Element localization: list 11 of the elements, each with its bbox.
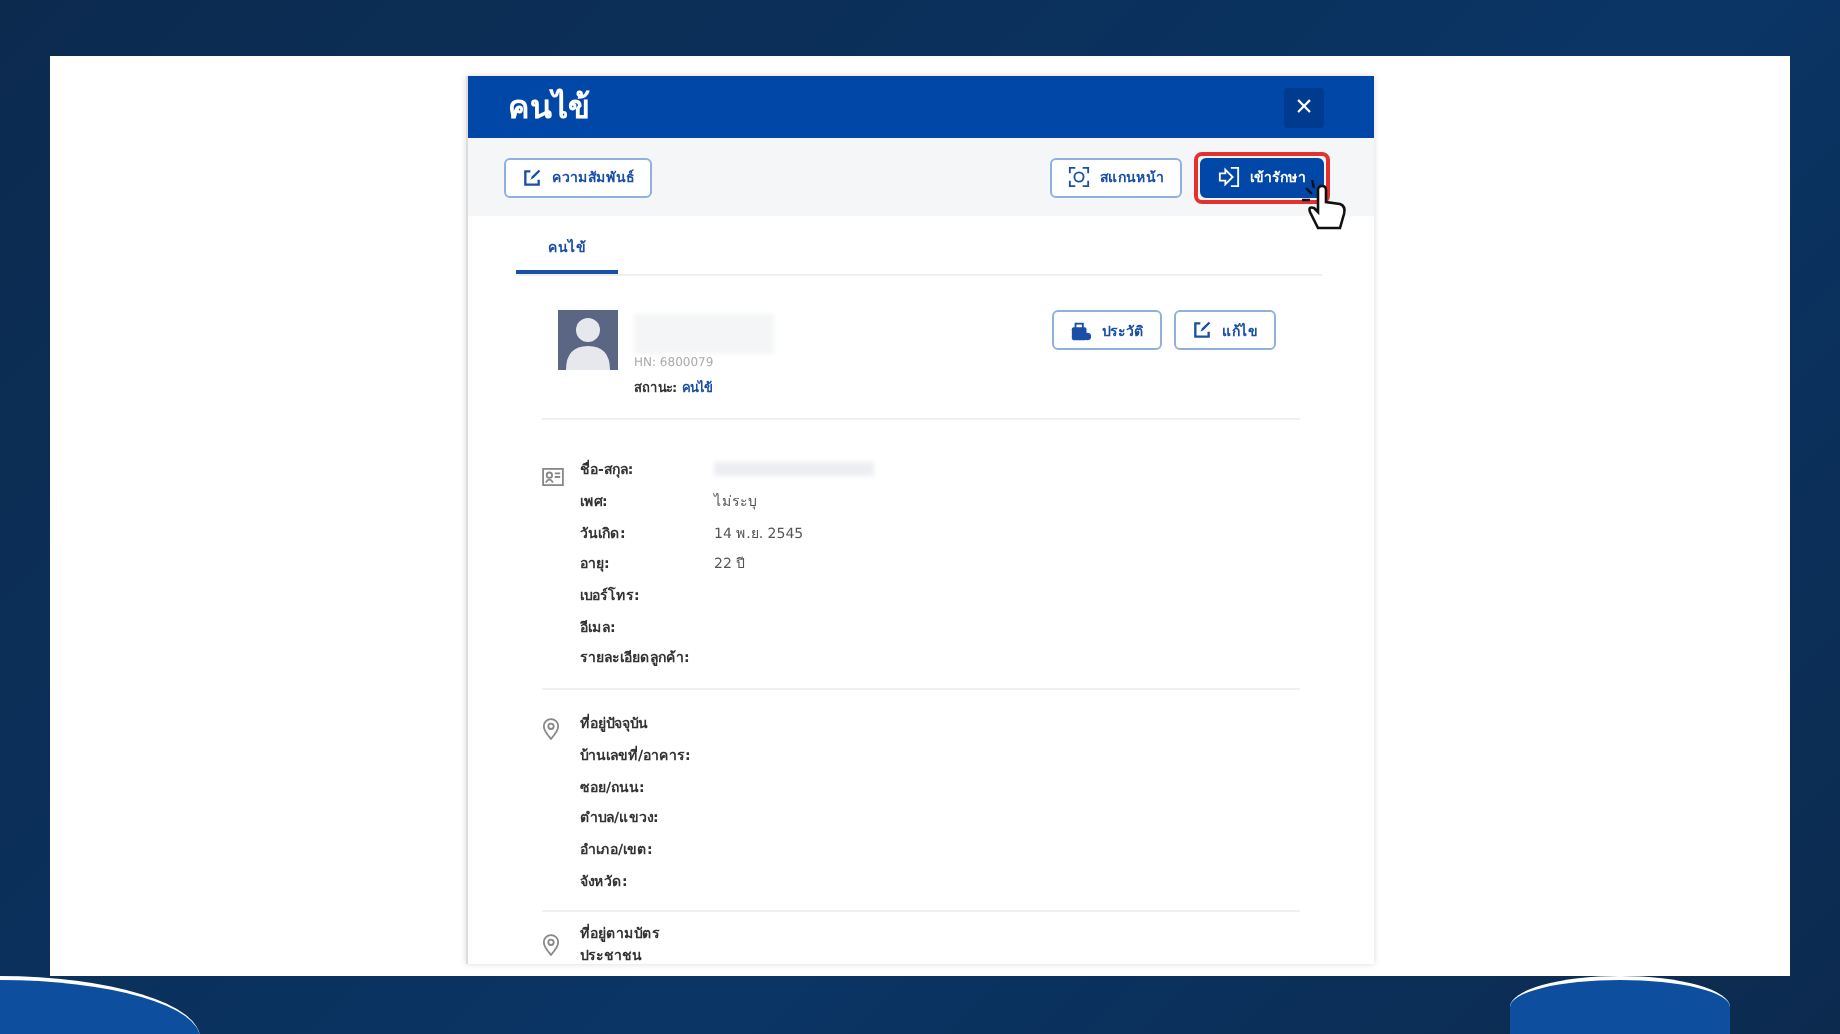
edit-icon	[522, 167, 542, 187]
close-button[interactable]: ×	[1284, 87, 1324, 127]
location-pin-icon	[542, 717, 560, 740]
briefcase-icon	[1070, 319, 1092, 341]
face-scan-icon	[1068, 166, 1090, 188]
location-pin-icon	[542, 933, 560, 956]
dialog-title: คนไข้	[508, 86, 590, 130]
edit-icon	[1192, 320, 1212, 340]
id-card-icon	[542, 468, 564, 486]
avatar-placeholder	[558, 310, 618, 370]
sign-in-icon	[1218, 166, 1240, 188]
